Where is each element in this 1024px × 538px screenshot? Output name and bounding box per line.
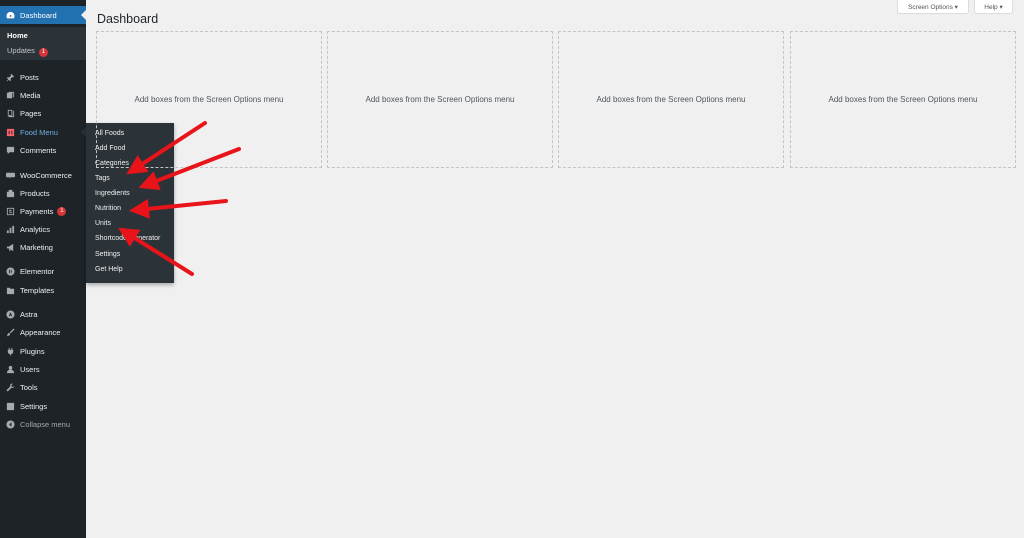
sidebar-label: Products <box>20 188 50 198</box>
sidebar-item-dashboard[interactable]: Dashboard <box>0 6 86 24</box>
wrench-icon <box>5 382 15 392</box>
megaphone-icon <box>5 242 15 252</box>
sidebar-item-astra[interactable]: Astra <box>0 305 86 323</box>
active-indicator <box>81 10 86 20</box>
payments-count-badge: 1 <box>57 206 67 216</box>
dashboard-widget-placeholder: Add boxes from the Screen Options menu <box>327 31 553 168</box>
sidebar-label: Analytics <box>20 224 51 234</box>
bar-chart-icon <box>5 224 15 234</box>
submenu-item-home[interactable]: Home <box>7 31 28 40</box>
paintbrush-icon <box>5 327 15 337</box>
flyout-item-settings[interactable]: Settings <box>95 251 120 258</box>
sidebar-item-settings[interactable]: Settings <box>0 397 86 415</box>
sidebar-item-media[interactable]: Media <box>0 86 86 104</box>
astra-icon <box>5 309 15 319</box>
sidebar-label: Appearance <box>20 327 61 337</box>
dashboard-icon <box>5 10 15 20</box>
sidebar-label: Dashboard <box>20 10 57 20</box>
media-icon <box>5 90 15 100</box>
food-menu-icon <box>5 127 15 137</box>
sidebar-item-templates[interactable]: Templates <box>0 281 86 299</box>
flyout-item-tags[interactable]: Tags <box>95 175 110 182</box>
sidebar-label: Plugins <box>20 346 45 356</box>
sidebar-item-appearance[interactable]: Appearance <box>0 323 86 341</box>
sidebar-label: Payments <box>20 206 54 216</box>
pages-icon <box>5 108 15 118</box>
flyout-item-get-help[interactable]: Get Help <box>95 266 123 273</box>
sidebar-label: Media <box>20 90 41 100</box>
settings-icon <box>5 401 15 411</box>
sidebar-label: Marketing <box>20 242 53 252</box>
sidebar-label: Elementor <box>20 266 55 276</box>
sidebar-item-posts[interactable]: Posts <box>0 68 86 86</box>
dashboard-widget-placeholder: Add boxes from the Screen Options menu <box>790 31 1016 168</box>
sidebar-label: Comments <box>20 145 57 155</box>
sidebar-item-products[interactable]: Products <box>0 184 86 202</box>
collapse-menu-button[interactable]: Collapse menu <box>0 415 86 433</box>
sidebar-label: Templates <box>20 285 55 295</box>
sidebar-item-payments[interactable]: Payments 1 <box>0 202 86 220</box>
sidebar-label: Posts <box>20 72 39 82</box>
sidebar-label: Tools <box>20 382 38 392</box>
help-button[interactable]: Help ▾ <box>974 0 1013 14</box>
sidebar-item-plugins[interactable]: Plugins <box>0 342 86 360</box>
flyout-item-nutrition[interactable]: Nutrition <box>95 205 121 212</box>
sidebar-item-pages[interactable]: Pages <box>0 104 86 122</box>
sidebar-item-comments[interactable]: Comments <box>0 141 86 159</box>
sidebar-item-users[interactable]: Users <box>0 360 86 378</box>
dashboard-widget-placeholder: Add boxes from the Screen Options menu <box>558 31 784 168</box>
sidebar-item-woocommerce[interactable]: WooCommerce <box>0 166 86 184</box>
page-title: Dashboard <box>97 12 159 26</box>
user-icon <box>5 364 15 374</box>
collapse-icon <box>5 419 15 429</box>
folder-icon <box>5 285 15 295</box>
sidebar-label: Users <box>20 364 40 374</box>
elementor-icon <box>5 266 15 276</box>
updates-count-badge: 1 <box>38 47 48 57</box>
comment-icon <box>5 145 15 155</box>
flyout-item-ingredients[interactable]: Ingredients <box>95 190 130 197</box>
sidebar-label: Pages <box>20 108 42 118</box>
sidebar-item-elementor[interactable]: Elementor <box>0 262 86 280</box>
sidebar-item-marketing[interactable]: Marketing <box>0 238 86 256</box>
admin-sidebar: Dashboard Home Updates 1 Posts Media Page… <box>0 0 86 538</box>
submenu-label: Updates <box>7 46 35 55</box>
products-icon <box>5 188 15 198</box>
sidebar-item-analytics[interactable]: Analytics <box>0 220 86 238</box>
sidebar-label: Settings <box>20 401 48 411</box>
sidebar-label: Food Menu <box>20 127 58 137</box>
sidebar-item-tools[interactable]: Tools <box>0 378 86 396</box>
flyout-item-shortcode-generator[interactable]: Shortcode Generator <box>95 235 160 242</box>
screen-options-button[interactable]: Screen Options ▾ <box>897 0 969 14</box>
plug-icon <box>5 346 15 356</box>
dashboard-widget-placeholder: Add boxes from the Screen Options menu <box>96 31 322 168</box>
flyout-item-units[interactable]: Units <box>95 220 111 227</box>
sidebar-item-food-menu[interactable]: Food Menu <box>0 123 86 141</box>
dollar-icon <box>5 206 15 216</box>
woocommerce-icon <box>5 170 15 180</box>
submenu-item-updates[interactable]: Updates 1 <box>7 46 48 57</box>
dashboard-submenu: Home Updates 1 <box>0 27 86 60</box>
sidebar-label: Astra <box>20 309 38 319</box>
sidebar-label: Collapse menu <box>20 419 71 429</box>
pin-icon <box>5 72 15 82</box>
sidebar-label: WooCommerce <box>20 170 72 180</box>
